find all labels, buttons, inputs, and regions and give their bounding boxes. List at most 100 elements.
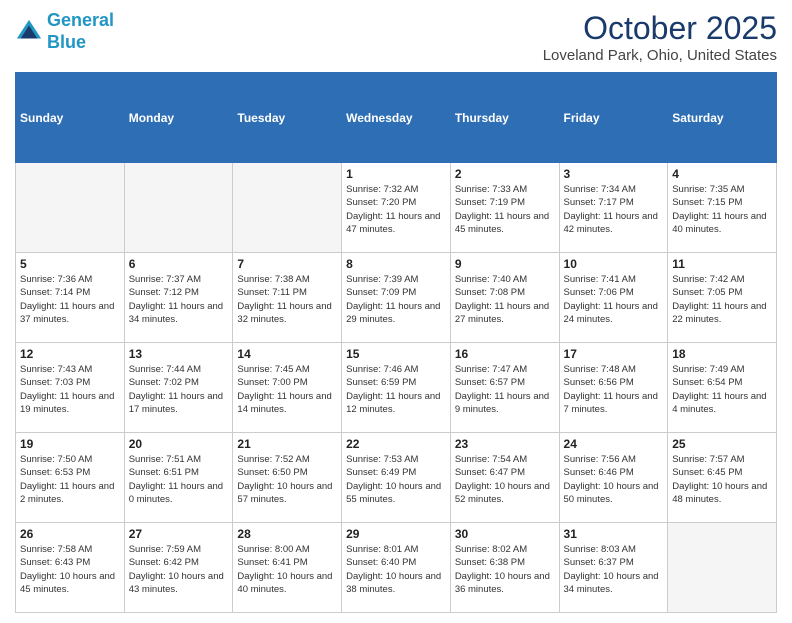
calendar-cell: 12 Sunrise: 7:43 AM Sunset: 7:03 PM Dayli… xyxy=(16,343,125,433)
day-info: Sunrise: 7:35 AM Sunset: 7:15 PM Dayligh… xyxy=(672,183,772,236)
day-number: 22 xyxy=(346,437,446,451)
day-info: Sunrise: 7:48 AM Sunset: 6:56 PM Dayligh… xyxy=(564,363,664,416)
day-header-wed: Wednesday xyxy=(342,73,451,163)
calendar-cell: 31Sunrise: 8:03 AM Sunset: 6:37 PM Dayli… xyxy=(559,523,668,613)
calendar-cell: 19Sunrise: 7:50 AM Sunset: 6:53 PM Dayli… xyxy=(16,433,125,523)
day-info: Sunrise: 7:46 AM Sunset: 6:59 PM Dayligh… xyxy=(346,363,446,416)
calendar-cell xyxy=(124,163,233,253)
days-header-row: Sunday Monday Tuesday Wednesday Thursday… xyxy=(16,73,777,163)
day-info: Sunrise: 7:49 AM Sunset: 6:54 PM Dayligh… xyxy=(672,363,772,416)
day-header-sat: Saturday xyxy=(668,73,777,163)
header: General Blue October 2025 Loveland Park,… xyxy=(15,10,777,64)
day-number: 30 xyxy=(455,527,555,541)
day-number: 1 xyxy=(346,167,446,181)
day-info: Sunrise: 7:43 AM Sunset: 7:03 PM Dayligh… xyxy=(20,363,120,416)
day-number: 26 xyxy=(20,527,120,541)
day-number: 28 xyxy=(237,527,337,541)
day-info: Sunrise: 7:50 AM Sunset: 6:53 PM Dayligh… xyxy=(20,453,120,506)
day-info: Sunrise: 7:34 AM Sunset: 7:17 PM Dayligh… xyxy=(564,183,664,236)
calendar-cell: 30 Sunrise: 8:02 AM Sunset: 6:38 PM Dayli… xyxy=(450,523,559,613)
calendar-cell: 8Sunrise: 7:39 AM Sunset: 7:09 PM Daylig… xyxy=(342,253,451,343)
day-number: 11 xyxy=(672,257,772,271)
calendar-cell: 3 Sunrise: 7:34 AM Sunset: 7:17 PM Daylig… xyxy=(559,163,668,253)
calendar-cell: 9Sunrise: 7:40 AM Sunset: 7:08 PM Daylig… xyxy=(450,253,559,343)
logo-line1: General xyxy=(47,10,114,30)
calendar-cell: 10 Sunrise: 7:41 AM Sunset: 7:06 PM Dayli… xyxy=(559,253,668,343)
day-number: 20 xyxy=(129,437,229,451)
day-info: Sunrise: 7:37 AM Sunset: 7:12 PM Dayligh… xyxy=(129,273,229,326)
calendar-cell xyxy=(668,523,777,613)
calendar-cell: 20 Sunrise: 7:51 AM Sunset: 6:51 PM Dayli… xyxy=(124,433,233,523)
day-number: 15 xyxy=(346,347,446,361)
day-header-fri: Friday xyxy=(559,73,668,163)
day-info: Sunrise: 7:41 AM Sunset: 7:06 PM Dayligh… xyxy=(564,273,664,326)
calendar-cell: 1 Sunrise: 7:32 AM Sunset: 7:20 PM Daylig… xyxy=(342,163,451,253)
calendar-cell: 5Sunrise: 7:36 AM Sunset: 7:14 PM Daylig… xyxy=(16,253,125,343)
day-info: Sunrise: 7:40 AM Sunset: 7:08 PM Dayligh… xyxy=(455,273,555,326)
day-number: 23 xyxy=(455,437,555,451)
day-info: Sunrise: 7:42 AM Sunset: 7:05 PM Dayligh… xyxy=(672,273,772,326)
day-number: 2 xyxy=(455,167,555,181)
day-info: Sunrise: 7:52 AM Sunset: 6:50 PM Dayligh… xyxy=(237,453,337,506)
day-info: Sunrise: 7:44 AM Sunset: 7:02 PM Dayligh… xyxy=(129,363,229,416)
day-header-mon: Monday xyxy=(124,73,233,163)
logo: General Blue xyxy=(15,10,114,53)
day-info: Sunrise: 7:32 AM Sunset: 7:20 PM Dayligh… xyxy=(346,183,446,236)
title-area: October 2025 Loveland Park, Ohio, United… xyxy=(543,10,777,64)
calendar-week-2: 12 Sunrise: 7:43 AM Sunset: 7:03 PM Dayli… xyxy=(16,343,777,433)
location: Loveland Park, Ohio, United States xyxy=(543,47,777,64)
day-number: 31 xyxy=(564,527,664,541)
calendar-week-1: 5Sunrise: 7:36 AM Sunset: 7:14 PM Daylig… xyxy=(16,253,777,343)
day-info: Sunrise: 7:47 AM Sunset: 6:57 PM Dayligh… xyxy=(455,363,555,416)
calendar-cell: 25Sunrise: 7:57 AM Sunset: 6:45 PM Dayli… xyxy=(668,433,777,523)
calendar-cell: 28Sunrise: 8:00 AM Sunset: 6:41 PM Dayli… xyxy=(233,523,342,613)
calendar-week-0: 1 Sunrise: 7:32 AM Sunset: 7:20 PM Daylig… xyxy=(16,163,777,253)
day-header-sun: Sunday xyxy=(16,73,125,163)
day-number: 12 xyxy=(20,347,120,361)
calendar-cell: 22 Sunrise: 7:53 AM Sunset: 6:49 PM Dayli… xyxy=(342,433,451,523)
calendar-week-3: 19Sunrise: 7:50 AM Sunset: 6:53 PM Dayli… xyxy=(16,433,777,523)
calendar-cell: 21 Sunrise: 7:52 AM Sunset: 6:50 PM Dayli… xyxy=(233,433,342,523)
day-number: 8 xyxy=(346,257,446,271)
day-info: Sunrise: 7:51 AM Sunset: 6:51 PM Dayligh… xyxy=(129,453,229,506)
logo-text: General Blue xyxy=(47,10,114,53)
calendar-cell xyxy=(233,163,342,253)
day-number: 13 xyxy=(129,347,229,361)
day-info: Sunrise: 8:02 AM Sunset: 6:38 PM Dayligh… xyxy=(455,543,555,596)
day-number: 4 xyxy=(672,167,772,181)
day-info: Sunrise: 7:33 AM Sunset: 7:19 PM Dayligh… xyxy=(455,183,555,236)
day-number: 21 xyxy=(237,437,337,451)
calendar-cell: 4 Sunrise: 7:35 AM Sunset: 7:15 PM Daylig… xyxy=(668,163,777,253)
day-number: 3 xyxy=(564,167,664,181)
day-info: Sunrise: 7:56 AM Sunset: 6:46 PM Dayligh… xyxy=(564,453,664,506)
calendar-cell: 2 Sunrise: 7:33 AM Sunset: 7:19 PM Daylig… xyxy=(450,163,559,253)
calendar-cell: 29 Sunrise: 8:01 AM Sunset: 6:40 PM Dayli… xyxy=(342,523,451,613)
calendar-cell: 16Sunrise: 7:47 AM Sunset: 6:57 PM Dayli… xyxy=(450,343,559,433)
calendar-table: Sunday Monday Tuesday Wednesday Thursday… xyxy=(15,72,777,613)
day-info: Sunrise: 7:58 AM Sunset: 6:43 PM Dayligh… xyxy=(20,543,120,596)
day-header-thu: Thursday xyxy=(450,73,559,163)
day-number: 18 xyxy=(672,347,772,361)
calendar-cell xyxy=(16,163,125,253)
day-number: 5 xyxy=(20,257,120,271)
day-info: Sunrise: 7:53 AM Sunset: 6:49 PM Dayligh… xyxy=(346,453,446,506)
day-number: 10 xyxy=(564,257,664,271)
day-number: 14 xyxy=(237,347,337,361)
day-number: 29 xyxy=(346,527,446,541)
day-number: 24 xyxy=(564,437,664,451)
day-info: Sunrise: 7:59 AM Sunset: 6:42 PM Dayligh… xyxy=(129,543,229,596)
calendar-cell: 26 Sunrise: 7:58 AM Sunset: 6:43 PM Dayli… xyxy=(16,523,125,613)
day-info: Sunrise: 7:57 AM Sunset: 6:45 PM Dayligh… xyxy=(672,453,772,506)
calendar-cell: 7Sunrise: 7:38 AM Sunset: 7:11 PM Daylig… xyxy=(233,253,342,343)
page-container: General Blue October 2025 Loveland Park,… xyxy=(0,0,792,623)
calendar-cell: 14Sunrise: 7:45 AM Sunset: 7:00 PM Dayli… xyxy=(233,343,342,433)
day-info: Sunrise: 8:01 AM Sunset: 6:40 PM Dayligh… xyxy=(346,543,446,596)
logo-line2: Blue xyxy=(47,32,86,52)
day-info: Sunrise: 7:38 AM Sunset: 7:11 PM Dayligh… xyxy=(237,273,337,326)
day-header-tue: Tuesday xyxy=(233,73,342,163)
calendar-cell: 11 Sunrise: 7:42 AM Sunset: 7:05 PM Dayli… xyxy=(668,253,777,343)
day-number: 27 xyxy=(129,527,229,541)
calendar-week-4: 26 Sunrise: 7:58 AM Sunset: 6:43 PM Dayli… xyxy=(16,523,777,613)
logo-icon xyxy=(15,18,43,46)
calendar-cell: 23Sunrise: 7:54 AM Sunset: 6:47 PM Dayli… xyxy=(450,433,559,523)
